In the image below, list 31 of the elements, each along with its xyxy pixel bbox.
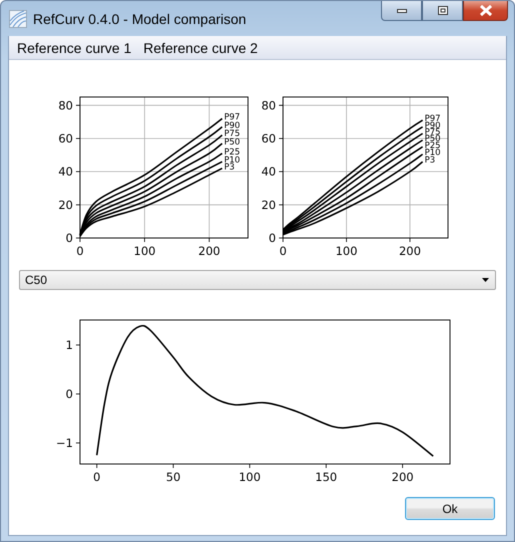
series-label: P25 — [224, 147, 240, 158]
series-label: P3 — [424, 156, 436, 166]
tick-label: 20 — [58, 198, 73, 212]
tick-label: 20 — [261, 198, 276, 212]
tick-label: 100 — [238, 470, 261, 484]
tick-label: 200 — [398, 244, 421, 258]
tick-label: −1 — [56, 436, 73, 450]
tick-label: 80 — [58, 98, 73, 112]
tick-label: 0 — [268, 231, 276, 245]
tick-label: 40 — [58, 164, 73, 179]
window-title: RefCurv 0.4.0 - Model comparison — [33, 10, 246, 26]
tick-label: 80 — [261, 98, 276, 112]
tick-label: 0 — [66, 386, 73, 401]
tick-label: 0 — [93, 470, 100, 484]
tick-label: 60 — [261, 131, 276, 146]
series-label: P97 — [224, 112, 240, 123]
tick-label: 100 — [134, 244, 156, 258]
series-label: P90 — [224, 120, 240, 131]
tick-label: 100 — [335, 244, 358, 258]
tick-label: 0 — [76, 244, 84, 258]
tick-label: 200 — [392, 470, 414, 484]
tick-label: 1 — [66, 338, 73, 352]
series-label: P50 — [224, 137, 240, 148]
tick-label: 50 — [166, 470, 181, 484]
tick-label: 0 — [66, 231, 73, 245]
tick-label: 200 — [198, 244, 220, 258]
tick-label: 150 — [315, 470, 338, 484]
tick-label: 60 — [58, 131, 73, 146]
tick-label: 0 — [279, 244, 287, 258]
tick-label: 40 — [261, 164, 276, 179]
series-label: P75 — [224, 129, 240, 140]
